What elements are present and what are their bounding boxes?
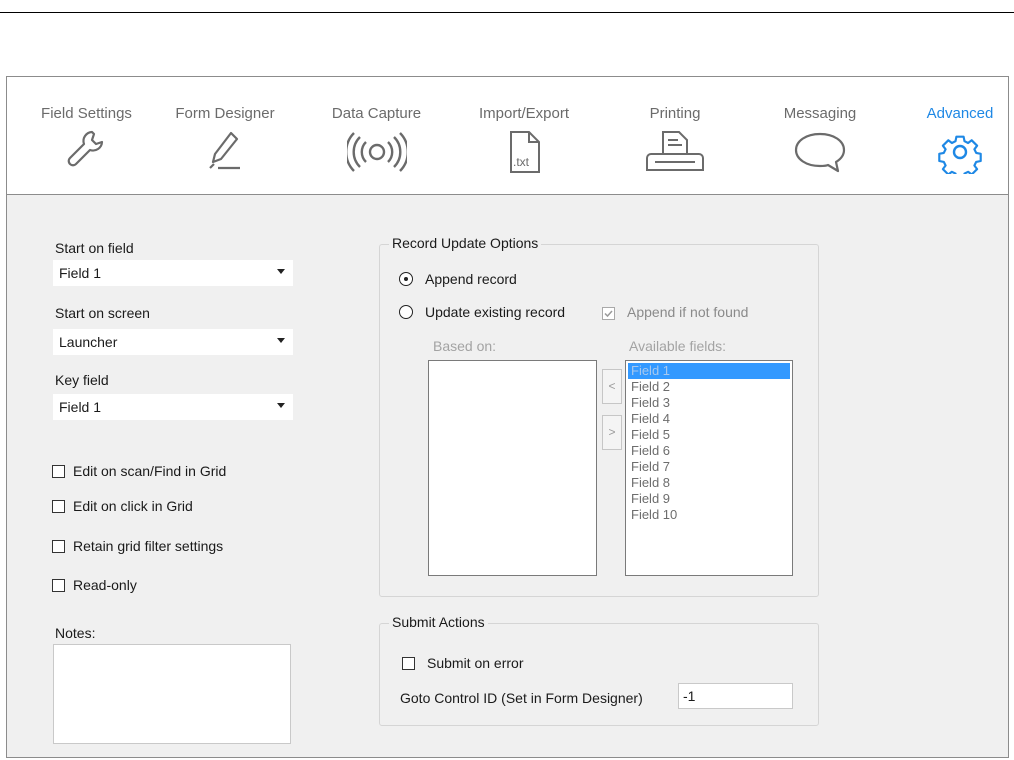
key-field-select[interactable]: Field 1 — [53, 394, 293, 420]
read-only-label: Read-only — [73, 577, 137, 593]
list-item[interactable]: Field 8 — [628, 475, 790, 491]
tab-label: Data Capture — [331, 105, 422, 122]
submit-actions-title: Submit Actions — [389, 614, 488, 630]
list-item[interactable]: Field 7 — [628, 459, 790, 475]
goto-control-id-value: -1 — [683, 688, 696, 704]
key-field-value: Field 1 — [59, 399, 102, 415]
move-right-button[interactable]: > — [602, 415, 622, 450]
start-on-field-label: Start on field — [55, 240, 134, 256]
chevron-down-icon — [277, 403, 285, 408]
tab-label: Printing — [649, 105, 701, 122]
txt-icon-text: .txt — [513, 155, 530, 169]
tab-label: Advanced — [926, 105, 994, 122]
speech-bubble-icon — [794, 132, 846, 173]
list-item[interactable]: Field 1 — [628, 363, 790, 379]
list-item[interactable]: Field 9 — [628, 491, 790, 507]
start-on-field-select[interactable]: Field 1 — [53, 260, 293, 286]
tab-import-export[interactable]: Import/Export .txt — [465, 77, 583, 193]
available-fields-listbox[interactable]: Field 1 Field 2 Field 3 Field 4 Field 5 … — [625, 360, 793, 576]
append-if-not-found-label: Append if not found — [627, 304, 749, 320]
start-on-screen-select[interactable]: Launcher — [53, 329, 293, 355]
submit-on-error-checkbox[interactable] — [402, 657, 415, 670]
list-item[interactable]: Field 2 — [628, 379, 790, 395]
top-divider — [0, 12, 1014, 13]
settings-window: Field Settings Form Designer Data Captur… — [6, 76, 1009, 758]
tab-data-capture[interactable]: Data Capture — [319, 77, 434, 193]
chevron-down-icon — [277, 269, 285, 274]
based-on-label: Based on: — [433, 338, 497, 354]
update-existing-label: Update existing record — [425, 304, 566, 320]
edit-on-scan-checkbox[interactable] — [52, 465, 65, 478]
list-item[interactable]: Field 5 — [628, 427, 790, 443]
edit-on-click-label: Edit on click in Grid — [73, 498, 193, 514]
list-item[interactable]: Field 6 — [628, 443, 790, 459]
rfid-signal-icon — [346, 132, 407, 172]
goto-control-id-label: Goto Control ID (Set in Form Designer) — [400, 690, 643, 706]
retain-grid-filter-label: Retain grid filter settings — [73, 538, 224, 554]
checkmark-icon — [604, 310, 613, 318]
chevron-down-icon — [277, 338, 285, 343]
submit-on-error-label: Submit on error — [427, 655, 524, 671]
edit-on-click-checkbox[interactable] — [52, 500, 65, 513]
pencil-icon — [209, 131, 240, 170]
edit-on-scan-label: Edit on scan/Find in Grid — [73, 463, 227, 479]
tab-toolbar: Field Settings Form Designer Data Captur… — [7, 77, 1008, 195]
tab-label: Import/Export — [478, 105, 570, 122]
tab-form-designer[interactable]: Form Designer — [165, 77, 285, 193]
submit-actions-group — [379, 623, 819, 726]
start-on-field-value: Field 1 — [59, 265, 102, 281]
tab-label: Field Settings — [41, 105, 132, 122]
move-left-button[interactable]: < — [602, 369, 622, 404]
goto-control-id-input[interactable]: -1 — [678, 683, 793, 709]
key-field-label: Key field — [55, 372, 109, 388]
list-item[interactable]: Field 10 — [628, 507, 790, 523]
radio-dot — [403, 276, 408, 281]
tab-field-settings[interactable]: Field Settings — [29, 77, 144, 193]
txt-file-icon: .txt — [510, 131, 540, 173]
gear-icon — [938, 135, 982, 174]
available-fields-label: Available fields: — [629, 338, 727, 354]
start-on-screen-label: Start on screen — [55, 305, 150, 321]
wrench-icon — [67, 130, 103, 167]
list-item[interactable]: Field 3 — [628, 395, 790, 411]
tab-advanced[interactable]: Advanced — [915, 77, 1005, 193]
append-if-not-found-checkbox[interactable] — [602, 307, 615, 320]
append-record-label: Append record — [425, 271, 517, 287]
tab-label: Messaging — [783, 105, 857, 122]
tab-label: Form Designer — [175, 105, 275, 122]
printer-icon — [646, 131, 704, 171]
read-only-checkbox[interactable] — [52, 579, 65, 592]
tab-printing[interactable]: Printing — [625, 77, 725, 193]
update-existing-radio[interactable] — [399, 305, 413, 319]
record-update-title: Record Update Options — [389, 235, 542, 251]
based-on-listbox[interactable] — [428, 360, 597, 576]
start-on-screen-value: Launcher — [59, 334, 118, 350]
notes-textarea[interactable] — [53, 644, 291, 744]
retain-grid-filter-checkbox[interactable] — [52, 540, 65, 553]
tab-messaging[interactable]: Messaging — [765, 77, 875, 193]
notes-label: Notes: — [55, 625, 96, 641]
append-record-radio[interactable] — [399, 272, 413, 286]
list-item[interactable]: Field 4 — [628, 411, 790, 427]
